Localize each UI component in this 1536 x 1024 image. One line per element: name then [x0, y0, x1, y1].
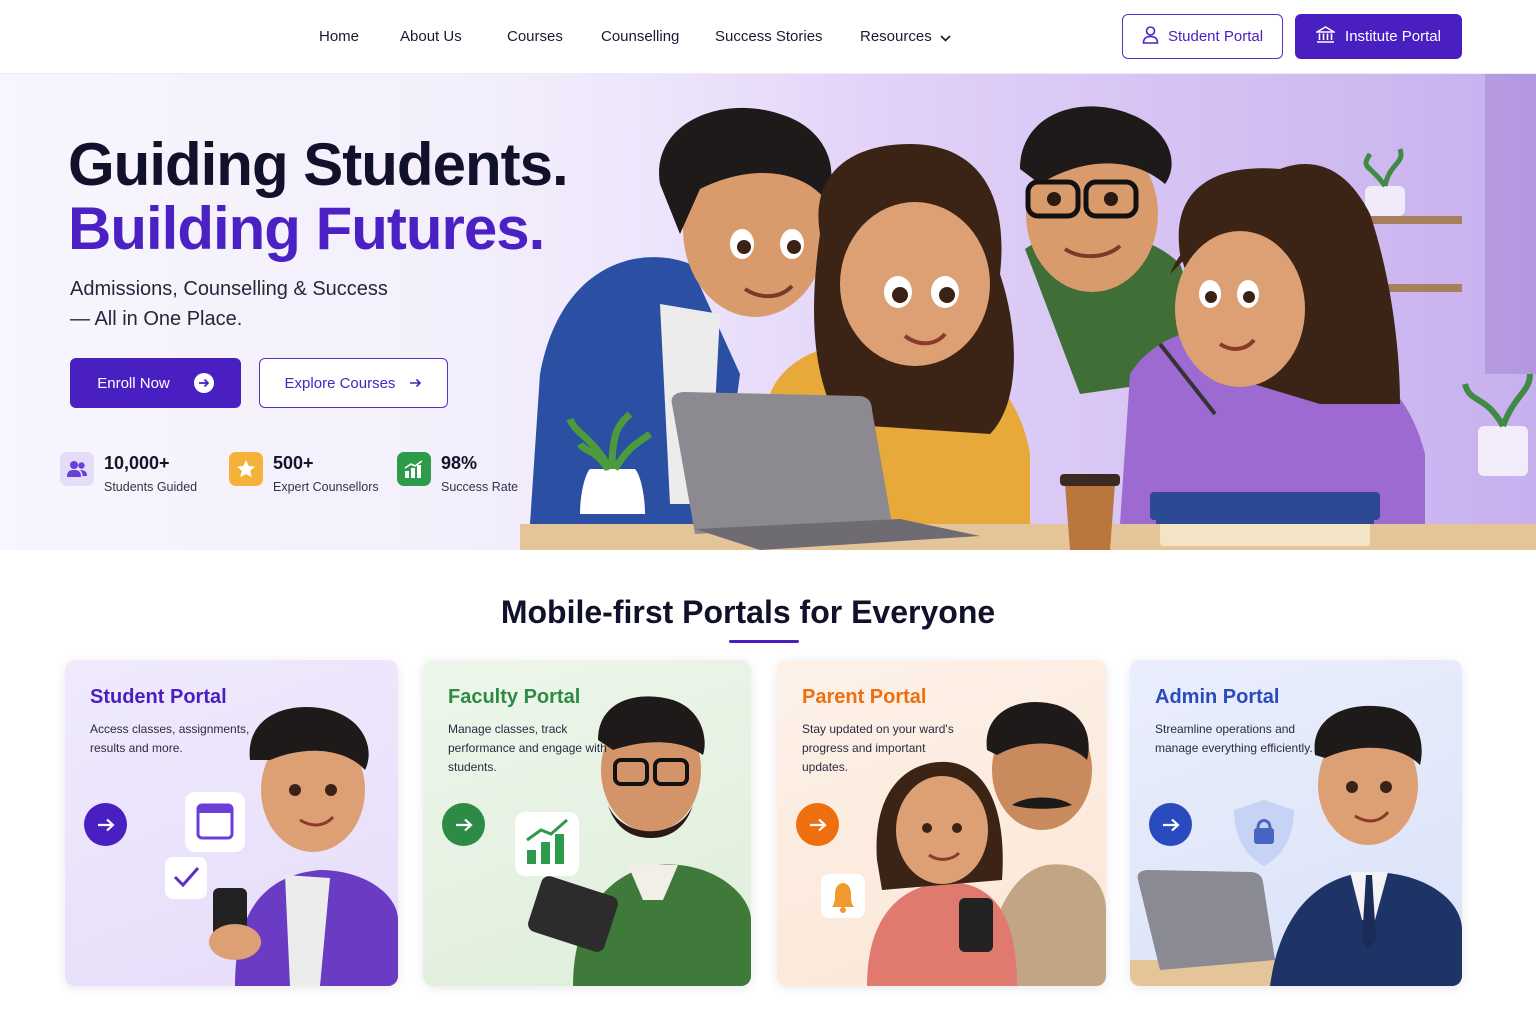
arrow-right-icon[interactable] [796, 803, 839, 846]
card-description: Stay updated on your ward's progress and… [802, 722, 954, 774]
star-icon [229, 452, 263, 486]
nav-link-about-us[interactable]: About Us [400, 28, 462, 45]
arrow-right-icon[interactable] [84, 803, 127, 846]
enroll-now-button[interactable]: Enroll Now [70, 358, 241, 408]
nav-link-resources[interactable]: Resources [860, 28, 951, 46]
card-description: Manage classes, track performance and en… [448, 722, 607, 774]
nav-link-courses[interactable]: Courses [507, 28, 563, 45]
hero-subtitle-line2: — All in One Place. [70, 308, 243, 330]
parent-portal-card[interactable]: Parent Portal Stay updated on your ward'… [777, 660, 1106, 986]
nav-link-counselling[interactable]: Counselling [601, 28, 679, 45]
user-icon [1142, 25, 1159, 48]
hero-subtitle-line1: Admissions, Counselling & Success [70, 278, 388, 300]
enroll-now-label: Enroll Now [97, 374, 170, 392]
arrow-right-circle-icon [193, 373, 214, 393]
nav-link-success-stories[interactable]: Success Stories [715, 28, 823, 45]
card-title: Parent Portal [802, 686, 927, 708]
card-title: Student Portal [90, 686, 227, 708]
nav-link-home[interactable]: Home [319, 28, 359, 45]
portals-section-title: Mobile-first Portals for Everyone [500, 594, 996, 630]
stat-value: 500+ [273, 453, 314, 473]
admin-portal-card[interactable]: Admin Portal Streamline operations and m… [1130, 660, 1462, 986]
institute-portal-button-label: Institute Portal [1345, 28, 1441, 45]
title-underline [729, 640, 799, 643]
explore-courses-label: Explore Courses [284, 374, 396, 392]
chevron-down-icon [940, 29, 951, 46]
hero-title-line2: Building Futures. [68, 195, 545, 262]
student-portal-card[interactable]: Student Portal Access classes, assignmen… [65, 660, 398, 986]
student-portal-button-label: Student Portal [1167, 28, 1264, 45]
card-title: Admin Portal [1155, 686, 1280, 708]
card-description: Access classes, assignments, results and… [90, 722, 250, 755]
institution-building-icon [1314, 25, 1337, 48]
arrow-right-icon[interactable] [442, 803, 485, 846]
users-icon [60, 452, 94, 486]
card-description: Streamline operations and manage everyth… [1155, 722, 1313, 755]
top-navigation: Home About Us Courses Counselling Succes… [0, 0, 1536, 74]
institute-portal-button[interactable]: Institute Portal [1295, 14, 1462, 59]
explore-courses-button[interactable]: Explore Courses [259, 358, 448, 408]
nav-link-resources-label: Resources [860, 28, 932, 45]
growth-chart-icon [397, 452, 431, 486]
hero-section: Guiding Students. Building Futures. Admi… [0, 74, 1536, 550]
faculty-portal-card[interactable]: Faculty Portal Manage classes, track per… [423, 660, 751, 986]
arrow-right-icon[interactable] [1149, 803, 1192, 846]
hero-subtitle: Admissions, Counselling & Success — All … [70, 274, 450, 334]
card-title: Faculty Portal [448, 686, 581, 708]
stat-label: Students Guided [104, 480, 198, 494]
stat-value: 10,000+ [104, 453, 170, 473]
stat-label: Expert Counsellors [273, 480, 379, 494]
arrow-right-icon [409, 375, 422, 392]
hero-title-line1: Guiding Students. [68, 131, 569, 198]
students-with-laptop-illustration [520, 74, 1536, 550]
stat-label: Success Rate [441, 480, 519, 494]
stat-value: 98% [441, 453, 478, 473]
student-portal-button[interactable]: Student Portal [1122, 14, 1283, 59]
